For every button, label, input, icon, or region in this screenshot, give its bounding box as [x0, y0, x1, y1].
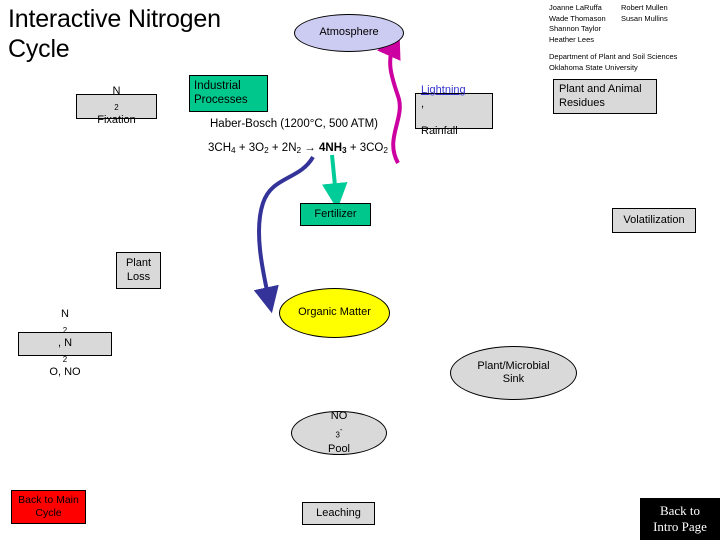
node-no3-pool[interactable]: NO 3- Pool: [291, 410, 387, 456]
eq-n2: + 2N: [268, 142, 297, 154]
no3-pool-text: Pool: [327, 442, 351, 455]
node-n2-fixation-label: N 2 Fixation: [97, 85, 136, 127]
lightning-comma: ,: [421, 97, 425, 110]
n2-fixation-text-rest: Fixation: [97, 114, 136, 127]
arrow-to-organic-matter: [253, 155, 315, 314]
haber-bosch-conditions: Haber-Bosch (1200°C, 500 ATM): [210, 118, 379, 130]
node-n2-n2o-no-label: N 2 , N 2 O, NO: [49, 308, 80, 379]
credits-authors-column-1: Joanne LaRuffa Wade Thomason Shannon Tay…: [549, 3, 606, 44]
gas-n2-sub: 2: [62, 325, 68, 335]
node-organic-matter-label: Organic Matter: [298, 306, 371, 319]
node-fertilizer[interactable]: Fertilizer: [300, 203, 371, 226]
gas-n2-n: N: [61, 308, 69, 321]
arrow-to-fertilizer: [322, 154, 348, 210]
node-industrial-processes-label: Industrial Processes: [194, 80, 248, 106]
back-to-main-cycle-button[interactable]: Back to Main Cycle: [11, 490, 86, 524]
no3-text: NO: [330, 409, 348, 422]
node-plant-microbial-sink-label: Plant/Microbial Sink: [477, 359, 550, 386]
back-to-intro-page-label: Back to Intro Page: [653, 503, 707, 534]
node-atmosphere[interactable]: Atmosphere: [294, 14, 404, 52]
lightning-link[interactable]: Lightning: [421, 84, 466, 98]
node-no3-pool-label: NO 3- Pool: [328, 410, 350, 456]
node-organic-matter[interactable]: Organic Matter: [279, 288, 390, 338]
node-plant-loss-label: Plant Loss: [125, 257, 152, 283]
gas-no-text: O, NO: [49, 366, 81, 379]
eq-co2-sub: 2: [383, 146, 388, 156]
arrow-to-atmosphere: [377, 31, 402, 164]
eq-ch4: 3CH: [208, 142, 232, 154]
node-leaching-label: Leaching: [316, 506, 361, 519]
gas-n2o-n: , N: [57, 337, 73, 350]
node-plant-microbial-sink[interactable]: Plant/Microbial Sink: [450, 346, 577, 400]
node-plant-and-animal-residues[interactable]: Plant and Animal Residues: [553, 79, 657, 114]
eq-o2: + 3O: [235, 142, 265, 154]
back-to-intro-page-button[interactable]: Back to Intro Page: [640, 498, 720, 540]
node-n2-n2o-no[interactable]: N 2 , N 2 O, NO: [18, 308, 112, 378]
node-lightning-rainfall[interactable]: Lightning, Rainfall: [415, 84, 493, 137]
node-volatilization[interactable]: Volatilization: [612, 208, 696, 233]
node-volatilization-label: Volatilization: [623, 213, 685, 226]
node-plant-and-animal-residues-label: Plant and Animal Residues: [559, 83, 642, 109]
no3-superscript: -: [339, 425, 343, 435]
credits-department: Department of Plant and Soil Sciences Ok…: [549, 52, 678, 72]
node-atmosphere-label: Atmosphere: [319, 26, 379, 39]
eq-nh3: 4NH: [319, 142, 343, 154]
page-title: Interactive Nitrogen Cycle: [8, 5, 221, 63]
n2-fixation-subscript: 2: [114, 102, 119, 112]
eq-arrow: →: [301, 142, 319, 154]
node-n2-fixation[interactable]: N 2 Fixation: [76, 85, 157, 126]
slide-canvas: Interactive Nitrogen Cycle Joanne LaRuff…: [0, 0, 720, 540]
node-leaching[interactable]: Leaching: [302, 502, 375, 525]
gas-n2o-sub: 2: [62, 354, 68, 364]
node-plant-loss[interactable]: Plant Loss: [116, 252, 161, 289]
n2-fixation-text-n: N: [112, 85, 121, 98]
haber-bosch-equation: 3CH4 + 3O2 + 2N2 → 4NH3 + 3CO2: [208, 141, 388, 158]
back-to-main-cycle-label: Back to Main Cycle: [18, 493, 79, 520]
node-fertilizer-label: Fertilizer: [314, 207, 357, 220]
node-industrial-processes[interactable]: Industrial Processes: [189, 75, 268, 112]
rainfall-label: Rainfall: [421, 124, 458, 137]
credits-authors-column-2: Robert Mullen Susan Mullins: [621, 3, 668, 23]
eq-co2: + 3CO: [346, 142, 384, 154]
node-lightning-rainfall-label: Lightning, Rainfall: [421, 84, 466, 138]
